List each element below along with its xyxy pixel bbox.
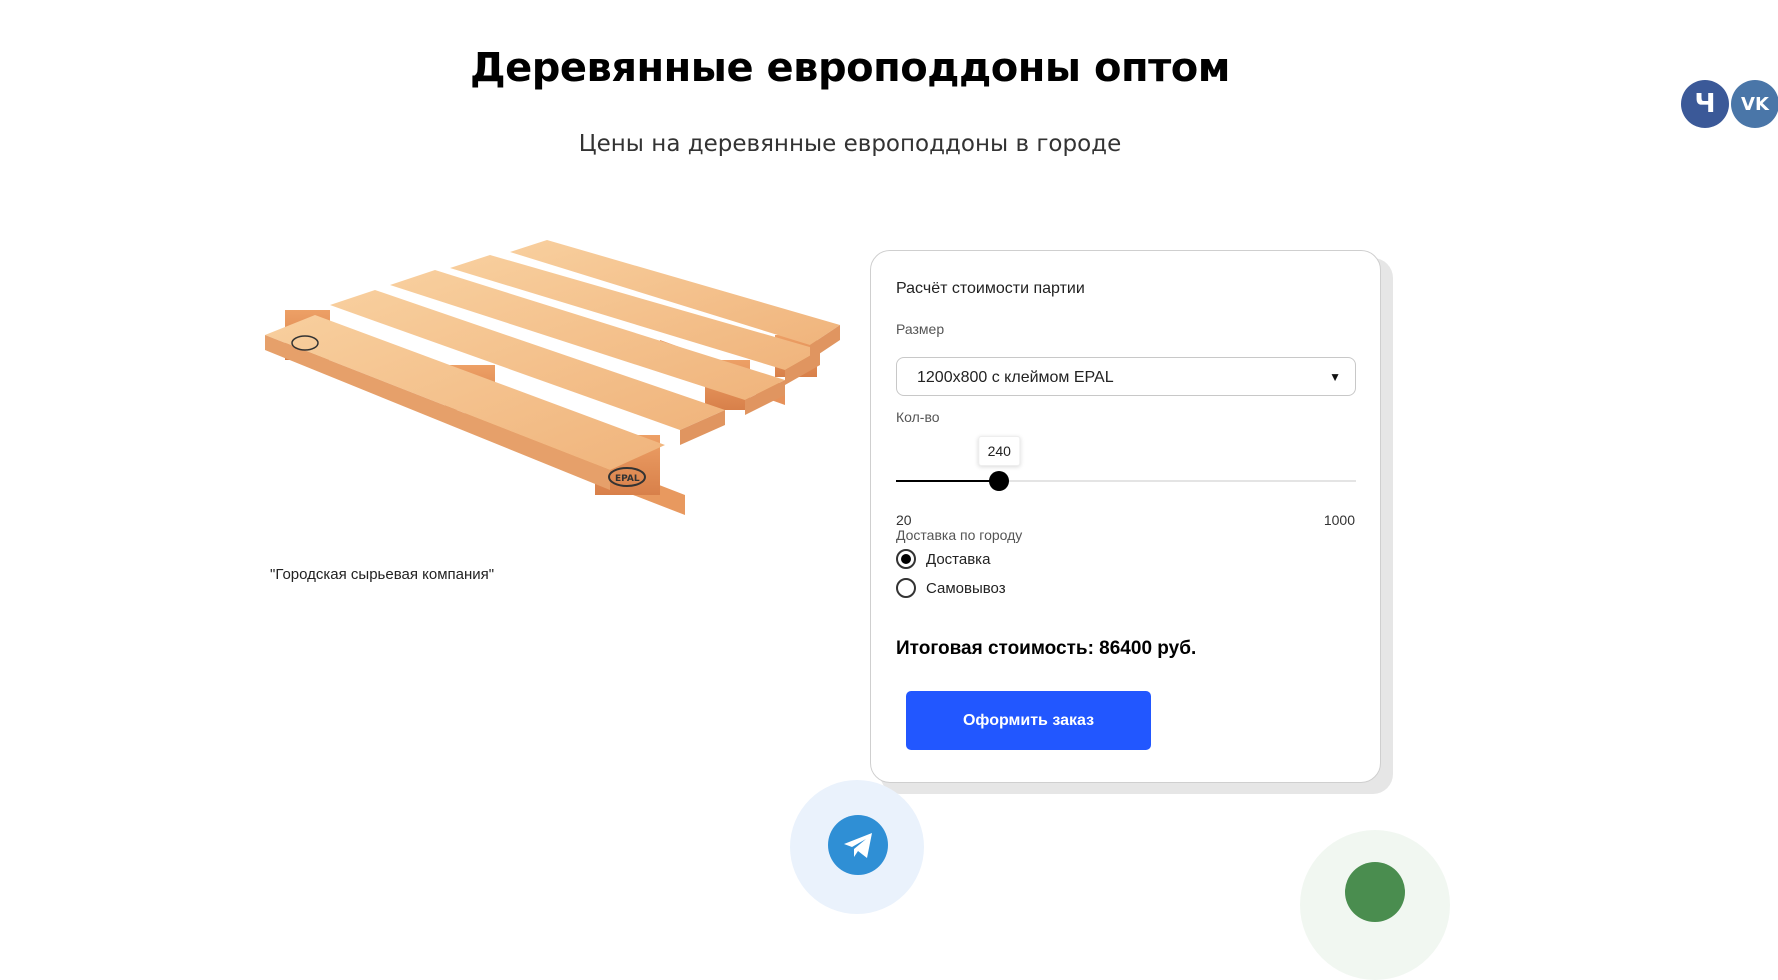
total-cost: Итоговая стоимость: 86400 руб. bbox=[896, 638, 1197, 659]
cost-calculator: Расчёт стоимости партии Размер 1200х800 … bbox=[870, 250, 1381, 783]
delivery-option-pickup[interactable]: Самовывоз bbox=[896, 578, 1006, 598]
epal-stamp: EPAL bbox=[615, 474, 640, 484]
ch-social-button[interactable]: Ч bbox=[1681, 80, 1729, 128]
pallet-image: EPAL bbox=[265, 240, 840, 515]
telegram-button[interactable] bbox=[828, 815, 888, 875]
telegram-icon bbox=[844, 833, 872, 858]
chevron-down-icon: ▼ bbox=[1329, 370, 1341, 384]
size-select-value: 1200х800 с клеймом EPAL bbox=[917, 369, 1114, 386]
order-button[interactable]: Оформить заказ bbox=[906, 691, 1151, 750]
company-caption: "Городская сырьевая компания" bbox=[270, 566, 495, 583]
radio-unchecked[interactable] bbox=[896, 578, 916, 598]
slider-thumb[interactable] bbox=[989, 471, 1010, 491]
slider-value-tooltip: 240 bbox=[978, 436, 1020, 466]
delivery-option-label: Самовывоз bbox=[926, 579, 1006, 597]
whatsapp-button[interactable] bbox=[1345, 862, 1405, 922]
calculator-title: Расчёт стоимости партии bbox=[896, 280, 1085, 297]
page-title: Деревянные европоддоны оптом bbox=[470, 44, 1230, 91]
delivery-label: Доставка по городу bbox=[896, 527, 1023, 543]
page-subtitle: Цены на деревянные европоддоны в городе bbox=[578, 131, 1122, 158]
delivery-option-delivery[interactable]: Доставка bbox=[896, 549, 990, 569]
quantity-label: Кол-во bbox=[896, 409, 940, 425]
vk-icon: VK bbox=[1741, 93, 1769, 115]
delivery-option-label: Доставка bbox=[926, 550, 991, 568]
radio-checked[interactable] bbox=[896, 549, 916, 569]
size-select[interactable]: 1200х800 с клеймом EPAL ▼ bbox=[896, 357, 1356, 396]
slider-min-label: 20 bbox=[896, 512, 912, 528]
size-label: Размер bbox=[896, 321, 945, 337]
quantity-slider[interactable]: 240 bbox=[896, 436, 1356, 491]
slider-fill bbox=[896, 480, 1000, 482]
vk-social-button[interactable]: VK bbox=[1731, 80, 1778, 128]
ch-icon: Ч bbox=[1694, 89, 1716, 119]
slider-max-label: 1000 bbox=[1323, 512, 1355, 528]
